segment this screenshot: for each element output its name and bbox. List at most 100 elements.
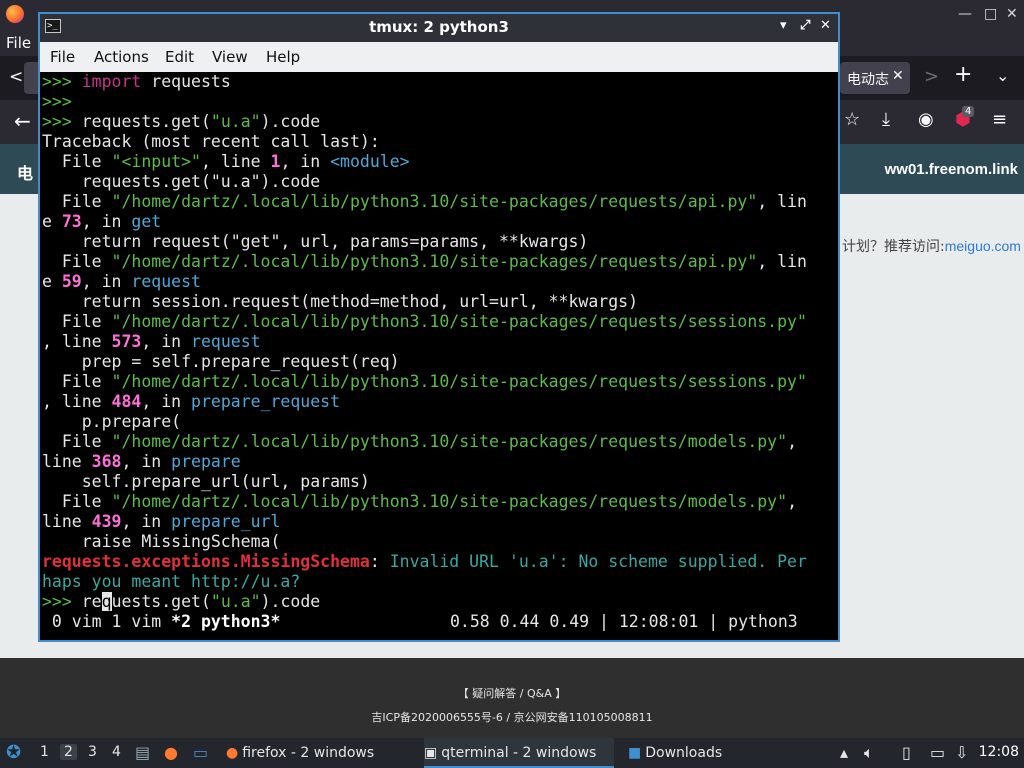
volume-icon[interactable]: 🔈︎	[864, 743, 874, 763]
tray-expand-icon[interactable]: ▴	[840, 743, 848, 762]
terminal-line: File "<input>", line 1, in <module>	[42, 152, 410, 172]
task-qterminal[interactable]: ▣ qterminal - 2 windows	[424, 738, 614, 768]
line-number: 368	[91, 452, 122, 471]
close-icon[interactable]: ✕	[820, 18, 831, 33]
tmux-status-right: 0.58 0.44 0.49 | 12:08:01 | python3	[450, 612, 798, 631]
extension-incognito-icon[interactable]: ◉	[918, 109, 934, 130]
tab-scroll-left-icon[interactable]: <	[9, 67, 23, 87]
tmux-active-window[interactable]: *2 python3*	[171, 612, 280, 631]
code: , in	[141, 332, 192, 351]
minimize-icon[interactable]: —	[958, 6, 972, 22]
folder-icon: ■	[628, 745, 642, 761]
terminal-line: return request("get", url, params=params…	[42, 232, 589, 251]
code: re	[81, 592, 102, 611]
menu-hamburger-icon[interactable]: ≡	[992, 109, 1007, 130]
string: "u.a"	[210, 112, 261, 131]
tab-close-icon[interactable]: ✕	[892, 68, 904, 84]
code: requests	[141, 72, 231, 91]
code: :	[369, 552, 390, 571]
menu-view[interactable]: View	[212, 48, 248, 66]
tab-scroll-right-icon[interactable]: >	[924, 66, 939, 87]
terminal-input-line[interactable]: >>> requests.get("u.a").code	[42, 592, 320, 612]
code: , in	[81, 272, 132, 291]
list-all-tabs-icon[interactable]: ⌄	[996, 66, 1009, 85]
maximize-icon[interactable]: □	[984, 6, 997, 22]
prompt: >>>	[42, 592, 82, 611]
terminal-line: >>>	[42, 92, 72, 112]
maximize-icon[interactable]: ⤢	[800, 18, 810, 33]
minimize-icon[interactable]: ▾	[780, 18, 787, 33]
code: , in	[81, 212, 132, 231]
error-message: haps you meant http://u.a?	[42, 572, 301, 591]
bookmark-star-icon[interactable]: ☆	[844, 109, 860, 130]
terminal-line: p.prepare(	[42, 412, 182, 431]
firefox-tab-active[interactable]: 电动志 ✕	[840, 62, 910, 94]
back-icon[interactable]: ←	[14, 109, 31, 133]
firefox-icon: ●	[226, 745, 239, 761]
tab-label: 电动志	[847, 72, 889, 88]
workspace-1[interactable]: 1	[40, 744, 49, 760]
terminal-line: requests.exceptions.MissingSchema: Inval…	[42, 552, 807, 572]
code: File	[42, 312, 112, 331]
task-downloads[interactable]: ■ Downloads	[628, 738, 722, 768]
footer-qa-link[interactable]: 【 疑问解答 / Q&A 】	[0, 685, 1024, 701]
code: , lin	[757, 192, 807, 211]
tmux-window-list[interactable]: 0 vim 1 vim	[42, 612, 171, 631]
terminal-titlebar[interactable]: >_ tmux: 2 python3 ▾ ⤢ ✕	[40, 14, 838, 42]
menu-edit[interactable]: Edit	[165, 48, 194, 66]
taskbar: ✪ 1 2 3 4 ▤ ● ▭ ● firefox - 2 windows ▣ qt…	[0, 738, 1024, 768]
function-name: request	[131, 272, 201, 291]
terminal-line: raise MissingSchema(	[42, 532, 281, 551]
terminal-line: e 59, in request	[42, 272, 201, 292]
firefox-launcher-icon[interactable]: ●	[164, 743, 178, 762]
terminal-line: e 73, in get	[42, 212, 161, 232]
show-desktop-icon[interactable]: ▭	[193, 743, 208, 762]
workspace-3[interactable]: 3	[88, 744, 97, 760]
code: , in	[121, 452, 172, 471]
network-icon[interactable]: ▭	[930, 743, 945, 762]
clock[interactable]: 12:08	[979, 744, 1019, 760]
site-note: 计划？推荐访问:meiguo.com	[842, 236, 1021, 256]
terminal-icon: ▣	[424, 745, 438, 761]
site-domain[interactable]: ww01.freenom.link	[885, 161, 1018, 178]
start-menu-icon[interactable]: ✪	[6, 742, 21, 763]
code: ,	[787, 492, 797, 511]
function-name: prepare_request	[191, 392, 341, 411]
menu-actions[interactable]: Actions	[94, 48, 149, 66]
terminal-screen[interactable]: >>> import requests >>> >>> requests.get…	[40, 72, 838, 640]
terminal-line: File "/home/dartz/.local/lib/python3.10/…	[42, 492, 797, 512]
code: , lin	[757, 252, 807, 271]
keyword: import	[81, 72, 142, 91]
function-name: request	[191, 332, 261, 351]
task-firefox[interactable]: ● firefox - 2 windows	[226, 738, 374, 768]
clipboard-icon[interactable]: ▯	[902, 743, 911, 762]
qterminal-window[interactable]: >_ tmux: 2 python3 ▾ ⤢ ✕ File Actions Ed…	[38, 12, 840, 642]
workspace-2[interactable]: 2	[60, 744, 77, 760]
code: , line	[42, 392, 112, 411]
code: line	[42, 452, 92, 471]
close-icon[interactable]: ✕	[1006, 6, 1018, 22]
line-number: 439	[91, 512, 122, 531]
file-manager-launcher-icon[interactable]: ▤	[135, 743, 150, 762]
new-tab-icon[interactable]: +	[954, 62, 972, 87]
site-footer: 【 疑问解答 / Q&A 】 吉ICP备2020006555号-6 / 京公网安…	[0, 658, 1024, 738]
string: "<input>"	[111, 152, 201, 171]
string: "/home/dartz/.local/lib/python3.10/site-…	[111, 492, 788, 511]
string: "/home/dartz/.local/lib/python3.10/site-…	[111, 432, 788, 451]
code: File	[42, 152, 112, 171]
terminal-line: >>> import requests	[42, 72, 231, 92]
terminal-line: File "/home/dartz/.local/lib/python3.10/…	[42, 192, 807, 212]
string: "/home/dartz/.local/lib/python3.10/site-…	[111, 372, 807, 391]
terminal-line: return session.request(method=method, ur…	[42, 292, 639, 311]
workspace-4[interactable]: 4	[112, 744, 121, 760]
downloads-icon[interactable]: ⤓	[882, 109, 890, 130]
note-link[interactable]: meiguo.com	[945, 238, 1021, 254]
site-title: 电	[17, 164, 34, 183]
code: File	[42, 372, 112, 391]
code: File	[42, 252, 112, 271]
menu-help[interactable]: Help	[266, 48, 300, 66]
updates-icon[interactable]: ⇩	[955, 743, 968, 762]
firefox-menu-file[interactable]: File	[6, 34, 31, 52]
line-number: 59	[61, 272, 82, 291]
menu-file[interactable]: File	[50, 48, 75, 66]
